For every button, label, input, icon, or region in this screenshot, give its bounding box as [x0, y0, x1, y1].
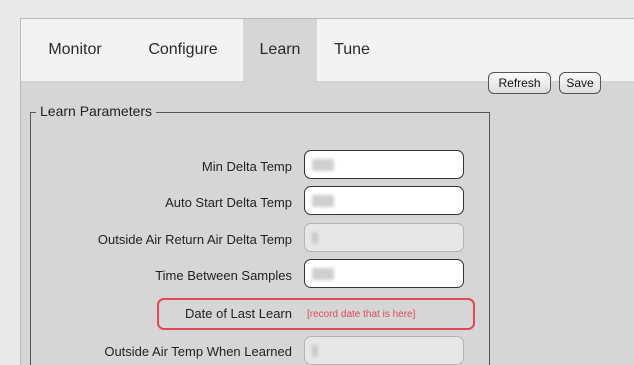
date-of-last-learn-value: [record date that is here] [307, 309, 416, 320]
save-button[interactable]: Save [559, 72, 601, 94]
date-of-last-learn-label: Date of Last Learn [185, 306, 292, 321]
refresh-button[interactable]: Refresh [488, 72, 551, 94]
min-delta-temp-label: Min Delta Temp [201, 159, 292, 174]
tab-learn[interactable]: Learn [243, 19, 317, 81]
outside-air-return-air-delta-temp-field [304, 223, 464, 252]
time-between-samples-label: Time Between Samples [155, 268, 292, 283]
min-delta-temp-input[interactable] [304, 150, 464, 179]
outside-air-return-air-delta-temp-label: Outside Air Return Air Delta Temp [97, 232, 292, 247]
outside-air-temp-when-learned-label: Outside Air Temp When Learned [104, 344, 292, 359]
learn-parameters-legend: Learn Parameters [36, 103, 157, 119]
time-between-samples-input[interactable] [304, 259, 464, 288]
tab-configure[interactable]: Configure [133, 19, 233, 81]
outside-air-temp-when-learned-field [304, 336, 464, 365]
tab-tune[interactable]: Tune [327, 19, 377, 81]
tab-monitor[interactable]: Monitor [35, 19, 115, 81]
auto-start-delta-temp-input[interactable] [304, 186, 464, 215]
auto-start-delta-temp-label: Auto Start Delta Temp [165, 195, 292, 210]
